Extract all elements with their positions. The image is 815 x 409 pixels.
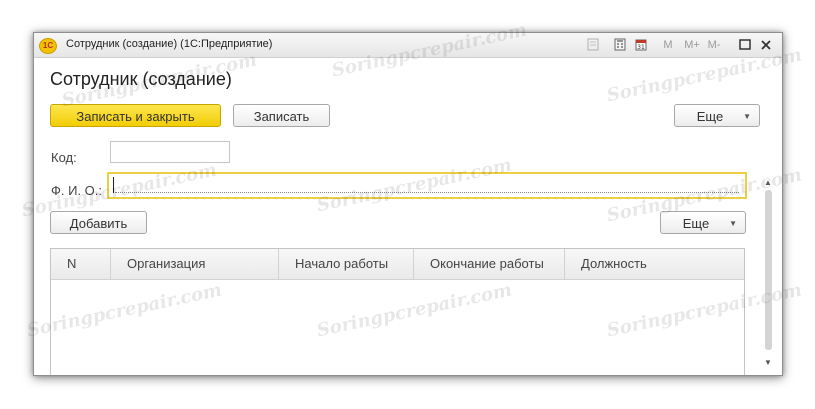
close-icon[interactable] — [760, 39, 772, 52]
title-bar[interactable]: 1С Сотрудник (создание) (1С:Предприятие)… — [34, 33, 782, 58]
table-more-menu-button[interactable]: Еще ▼ — [660, 211, 746, 234]
favorite-icon[interactable] — [587, 38, 599, 51]
svg-text:31: 31 — [637, 44, 645, 51]
code-input[interactable] — [110, 141, 230, 163]
memory-button[interactable]: M — [662, 37, 674, 53]
table-more-menu-label: Еще — [682, 216, 710, 231]
more-menu-button[interactable]: Еще ▼ — [674, 104, 760, 127]
dropdown-arrow-icon: ▼ — [743, 112, 751, 121]
column-header-organization[interactable]: Организация — [111, 249, 279, 279]
memory-minus-button[interactable]: M- — [705, 37, 723, 53]
column-header-end-date[interactable]: Окончание работы — [414, 249, 565, 279]
calendar-icon[interactable]: 31 — [635, 38, 647, 51]
table-header: N Организация Начало работы Окончание ра… — [51, 249, 744, 280]
scroll-thumb[interactable] — [765, 190, 772, 350]
employment-table[interactable]: N Организация Начало работы Окончание ра… — [50, 248, 745, 375]
form-content: Сотрудник (создание) Записать и закрыть … — [34, 58, 782, 375]
code-label: Код: — [51, 150, 77, 165]
more-menu-label: Еще — [696, 109, 724, 124]
save-and-close-button[interactable]: Записать и закрыть — [50, 104, 221, 127]
column-header-start-date[interactable]: Начало работы — [279, 249, 414, 279]
text-cursor — [113, 177, 114, 193]
add-row-button[interactable]: Добавить — [50, 211, 147, 234]
app-logo-icon: 1С — [39, 38, 57, 54]
calculator-icon[interactable] — [614, 38, 626, 51]
column-header-n[interactable]: N — [51, 249, 111, 279]
save-button[interactable]: Записать — [233, 104, 330, 127]
dropdown-arrow-icon: ▼ — [729, 219, 737, 228]
scroll-down-icon[interactable]: ▼ — [764, 358, 772, 367]
fio-label: Ф. И. О.: — [51, 183, 103, 198]
vertical-scrollbar[interactable]: ▲ ▼ — [763, 178, 775, 375]
window-title: Сотрудник (создание) (1С:Предприятие) — [66, 38, 273, 50]
fio-input[interactable] — [107, 172, 747, 199]
memory-plus-button[interactable]: M+ — [682, 37, 702, 53]
employee-window: 1С Сотрудник (создание) (1С:Предприятие)… — [33, 32, 783, 376]
scroll-up-icon[interactable]: ▲ — [764, 178, 772, 187]
column-header-position[interactable]: Должность — [565, 249, 744, 279]
maximize-icon[interactable] — [739, 39, 751, 52]
page-title: Сотрудник (создание) — [50, 69, 232, 89]
input-underline — [115, 192, 739, 193]
